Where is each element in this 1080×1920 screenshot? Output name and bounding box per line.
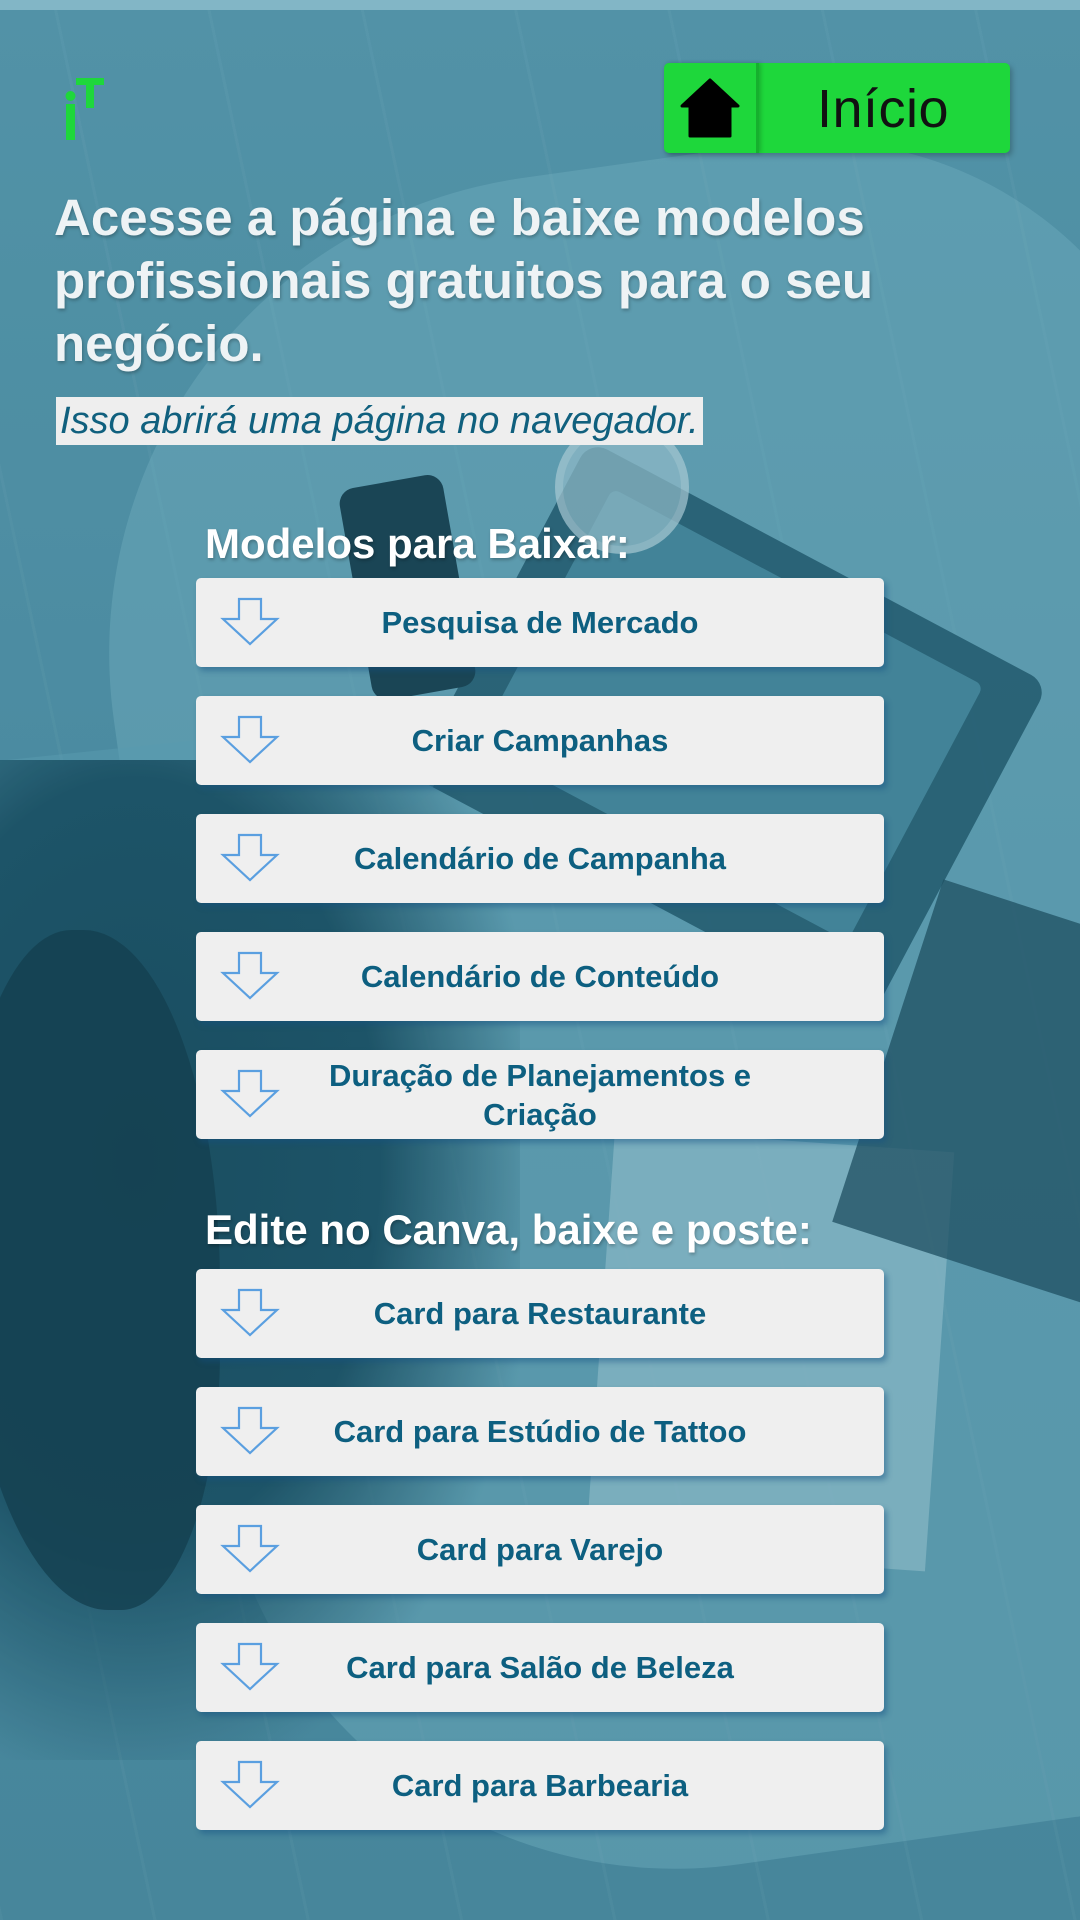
logo: iT (62, 74, 108, 144)
home-icon (680, 78, 740, 138)
download-arrow-icon (220, 1642, 280, 1692)
home-button[interactable]: Início (664, 63, 1010, 153)
download-button-tattoo-card[interactable]: Card para Estúdio de Tattoo (196, 1387, 884, 1476)
download-arrow-icon (220, 1406, 280, 1456)
download-button-label: Card para Varejo (416, 1532, 664, 1567)
download-button-label: Calendário de Campanha (353, 841, 727, 876)
section-heading-templates: Modelos para Baixar: (205, 520, 630, 567)
page-title: Acesse a página e baixe modelos profissi… (54, 189, 874, 372)
download-button-label: Criar Campanhas (411, 723, 669, 758)
logo-mark-icon (65, 78, 104, 140)
download-button-label: Duração de Planejamentos e Criação (328, 1057, 752, 1132)
home-icon-box (664, 63, 759, 153)
download-button-label: Card para Salão de Beleza (346, 1650, 734, 1685)
download-button-barbershop-card[interactable]: Card para Barbearia (196, 1741, 884, 1830)
templates-list: Pesquisa de Mercado Criar Campanhas Cale… (196, 578, 884, 1168)
download-button-label: Pesquisa de Mercado (381, 605, 699, 640)
download-arrow-icon (220, 1069, 280, 1119)
download-button-retail-card[interactable]: Card para Varejo (196, 1505, 884, 1594)
download-arrow-icon (220, 1760, 280, 1810)
download-arrow-icon (220, 715, 280, 765)
download-button-label: Card para Estúdio de Tattoo (333, 1414, 747, 1449)
app-screen: iT Início Acesse a página e baixe modelo… (0, 0, 1080, 1920)
download-button-label: Calendário de Conteúdo (360, 959, 720, 994)
section-heading-canva: Edite no Canva, baixe e poste: (205, 1206, 812, 1253)
download-button-create-campaigns[interactable]: Criar Campanhas (196, 696, 884, 785)
download-button-beauty-salon-card[interactable]: Card para Salão de Beleza (196, 1623, 884, 1712)
top-strip (0, 0, 1080, 10)
download-button-label: Card para Barbearia (391, 1768, 689, 1803)
download-button-planning-duration[interactable]: Duração de Planejamentos e Criação (196, 1050, 884, 1139)
download-arrow-icon (220, 951, 280, 1001)
download-button-content-calendar[interactable]: Calendário de Conteúdo (196, 932, 884, 1021)
browser-notice: Isso abrirá uma página no navegador. (56, 397, 703, 445)
download-arrow-icon (220, 833, 280, 883)
download-arrow-icon (220, 597, 280, 647)
download-button-restaurant-card[interactable]: Card para Restaurante (196, 1269, 884, 1358)
canva-cards-list: Card para Restaurante Card para Estúdio … (196, 1269, 884, 1859)
download-arrow-icon (220, 1288, 280, 1338)
download-button-campaign-calendar[interactable]: Calendário de Campanha (196, 814, 884, 903)
home-button-label: Início (816, 79, 950, 139)
download-arrow-icon (220, 1524, 280, 1574)
download-button-market-research[interactable]: Pesquisa de Mercado (196, 578, 884, 667)
download-button-label: Card para Restaurante (373, 1296, 707, 1331)
